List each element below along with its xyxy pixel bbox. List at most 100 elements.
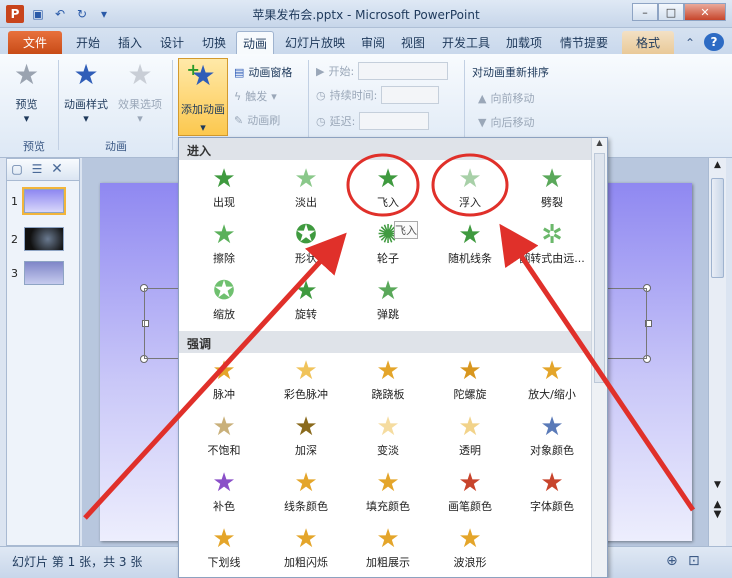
animation-painter-button[interactable]: ✎ 动画刷 [234,112,280,128]
animation-effect-item[interactable]: ★ 加粗展示 [347,524,429,570]
zoom-in-icon[interactable]: ⊕ [666,553,678,569]
animation-effect-item[interactable]: ★ 对象颜色 [511,412,593,458]
tab-transitions[interactable]: 切换 [196,31,232,54]
animation-effect-item[interactable]: ★ 加深 [265,412,347,458]
collapse-ribbon-icon[interactable]: ⌃ [682,31,698,54]
animation-effect-item[interactable]: ★ 放大/缩小 [511,356,593,402]
animation-effect-item[interactable]: ✪ 形状 [265,220,347,266]
animation-styles-button[interactable]: ★ 动画样式 ▾ [64,60,108,126]
spin-star-icon: ★ [458,356,482,386]
tab-insert[interactable]: 插入 [112,31,148,54]
animation-effect-item[interactable]: ★ 波浪形 [429,524,511,570]
help-icon[interactable]: ? [704,33,724,51]
trigger-dropdown-icon: ▾ [271,89,277,103]
start-dropdown[interactable] [358,62,449,80]
animation-effect-item[interactable]: ★ 随机线条 [429,220,511,266]
animation-effect-item[interactable]: ★ 补色 [183,468,265,514]
animation-effect-item[interactable]: ★ 擦除 [183,220,265,266]
tab-home[interactable]: 开始 [70,31,106,54]
scroll-thumb[interactable] [711,178,724,278]
effect-label: 变淡 [377,444,399,457]
tab-review[interactable]: 审阅 [356,31,390,54]
color-pulse-star-icon: ★ [294,356,318,386]
tab-format[interactable]: 格式 [622,31,674,54]
effect-label: 缩放 [213,308,235,321]
preview-button[interactable]: ★ 预览 ▾ [14,60,39,126]
animation-effect-item[interactable]: ★ 浮入 [429,164,511,210]
move-earlier-button[interactable]: ▲ 向前移动 [478,90,534,106]
trigger-button[interactable]: ϟ 触发 ▾ [234,88,277,104]
fit-slide-icon[interactable]: ⊡ [688,553,700,569]
move-earlier-label: 向前移动 [490,92,535,105]
slides-tab-icon[interactable]: ▢ [7,159,27,179]
animation-effect-item[interactable]: ★ 脉冲 [183,356,265,402]
animation-pane-button[interactable]: ▤ 动画窗格 [234,64,292,80]
gallery-scroll-up-icon[interactable]: ▲ [592,138,607,147]
close-pane-icon[interactable]: ✕ [47,159,67,179]
animation-effect-item[interactable]: ★ 跷跷板 [347,356,429,402]
tab-design[interactable]: 设计 [154,31,190,54]
animation-effect-item[interactable]: ★ 下划线 [183,524,265,570]
tab-storyboard[interactable]: 情节提要 [554,31,614,54]
maximize-icon[interactable]: □ [658,3,684,21]
tab-developer[interactable]: 开发工具 [436,31,496,54]
prev-next-slide-icon[interactable]: ▲ ▼ [711,500,724,530]
slide-thumbnail-1[interactable]: 1 [11,187,66,215]
tab-addins[interactable]: 加载项 [500,31,548,54]
tab-slideshow[interactable]: 幻灯片放映 [280,31,350,54]
effect-label: 加粗闪烁 [284,556,328,569]
vertical-scrollbar[interactable]: ▲ ▼ ▲ ▼ [708,158,726,546]
minimize-icon[interactable]: – [632,3,658,21]
move-earlier-icon: ▲ [478,91,487,105]
animation-effect-item[interactable]: ★ 画笔颜色 [429,468,511,514]
animation-effect-item[interactable]: ★ 出现 [183,164,265,210]
scroll-down-icon[interactable]: ▼ [711,480,724,494]
gallery-scrollbar[interactable]: ▲ [591,138,607,577]
slide-thumbnail-2[interactable]: 2 [11,227,64,251]
add-animation-button[interactable]: ★ + 添加动画 ▾ [178,58,228,136]
animation-effect-item[interactable]: ★ 弹跳 [347,276,429,322]
animation-effect-item[interactable]: ★ 飞入 [347,164,429,210]
duration-field[interactable] [381,86,440,104]
animation-effect-item[interactable]: ★ 线条颜色 [265,468,347,514]
window-title: 苹果发布会.pptx - Microsoft PowerPoint [252,8,480,22]
effect-options-dropdown-icon: ▾ [137,112,143,125]
tab-file[interactable]: 文件 [8,31,62,54]
object-color-star-icon: ★ [540,412,564,442]
effect-label: 浮入 [459,196,481,209]
tab-view[interactable]: 视图 [396,31,430,54]
animation-effect-item[interactable]: ★ 劈裂 [511,164,593,210]
scroll-up-icon[interactable]: ▲ [711,160,724,174]
bounce-star-icon: ★ [376,276,400,306]
move-later-button[interactable]: ▼ 向后移动 [478,114,534,130]
start-icon: ▶ [316,64,325,78]
close-icon[interactable]: ✕ [684,3,726,21]
animation-effect-item[interactable]: ✪ 缩放 [183,276,265,322]
duration-icon: ◷ [316,88,326,102]
tab-animations[interactable]: 动画 [236,31,274,54]
slide-thumbnail-3[interactable]: 3 [11,261,64,285]
delay-field[interactable] [359,112,430,130]
animation-effect-item[interactable]: ★ 变淡 [347,412,429,458]
gallery-scroll-thumb[interactable] [594,153,605,383]
effect-label: 下划线 [207,556,241,569]
animation-effect-item[interactable]: ★ 透明 [429,412,511,458]
animation-effect-item[interactable]: ★ 不饱和 [183,412,265,458]
animation-effect-item[interactable]: ★ 字体颜色 [511,468,593,514]
animation-effect-item[interactable]: ★ 旋转 [265,276,347,322]
duration-label: 持续时间: [329,89,378,102]
animation-effect-item[interactable]: ★ 彩色脉冲 [265,356,347,402]
effect-label: 彩色脉冲 [284,388,328,401]
animation-effect-item[interactable]: ★ 陀螺旋 [429,356,511,402]
animation-effect-item[interactable]: ★ 加粗闪烁 [265,524,347,570]
grow-turn-star-icon: ✲ [541,220,563,250]
outline-tab-icon[interactable]: ☰ [27,159,47,179]
animation-effect-item[interactable]: ★ 淡出 [265,164,347,210]
animation-effect-item[interactable]: ✲ 翻转式由远... [511,220,593,266]
slide-thumb-image [22,187,66,215]
effect-label: 旋转 [295,308,317,321]
animation-effect-item[interactable]: ★ 填充颜色 [347,468,429,514]
effect-options-star-icon: ★ [127,58,153,91]
appear-star-icon: ★ [212,164,236,194]
effect-options-button[interactable]: ★ 效果选项 ▾ [118,58,162,126]
